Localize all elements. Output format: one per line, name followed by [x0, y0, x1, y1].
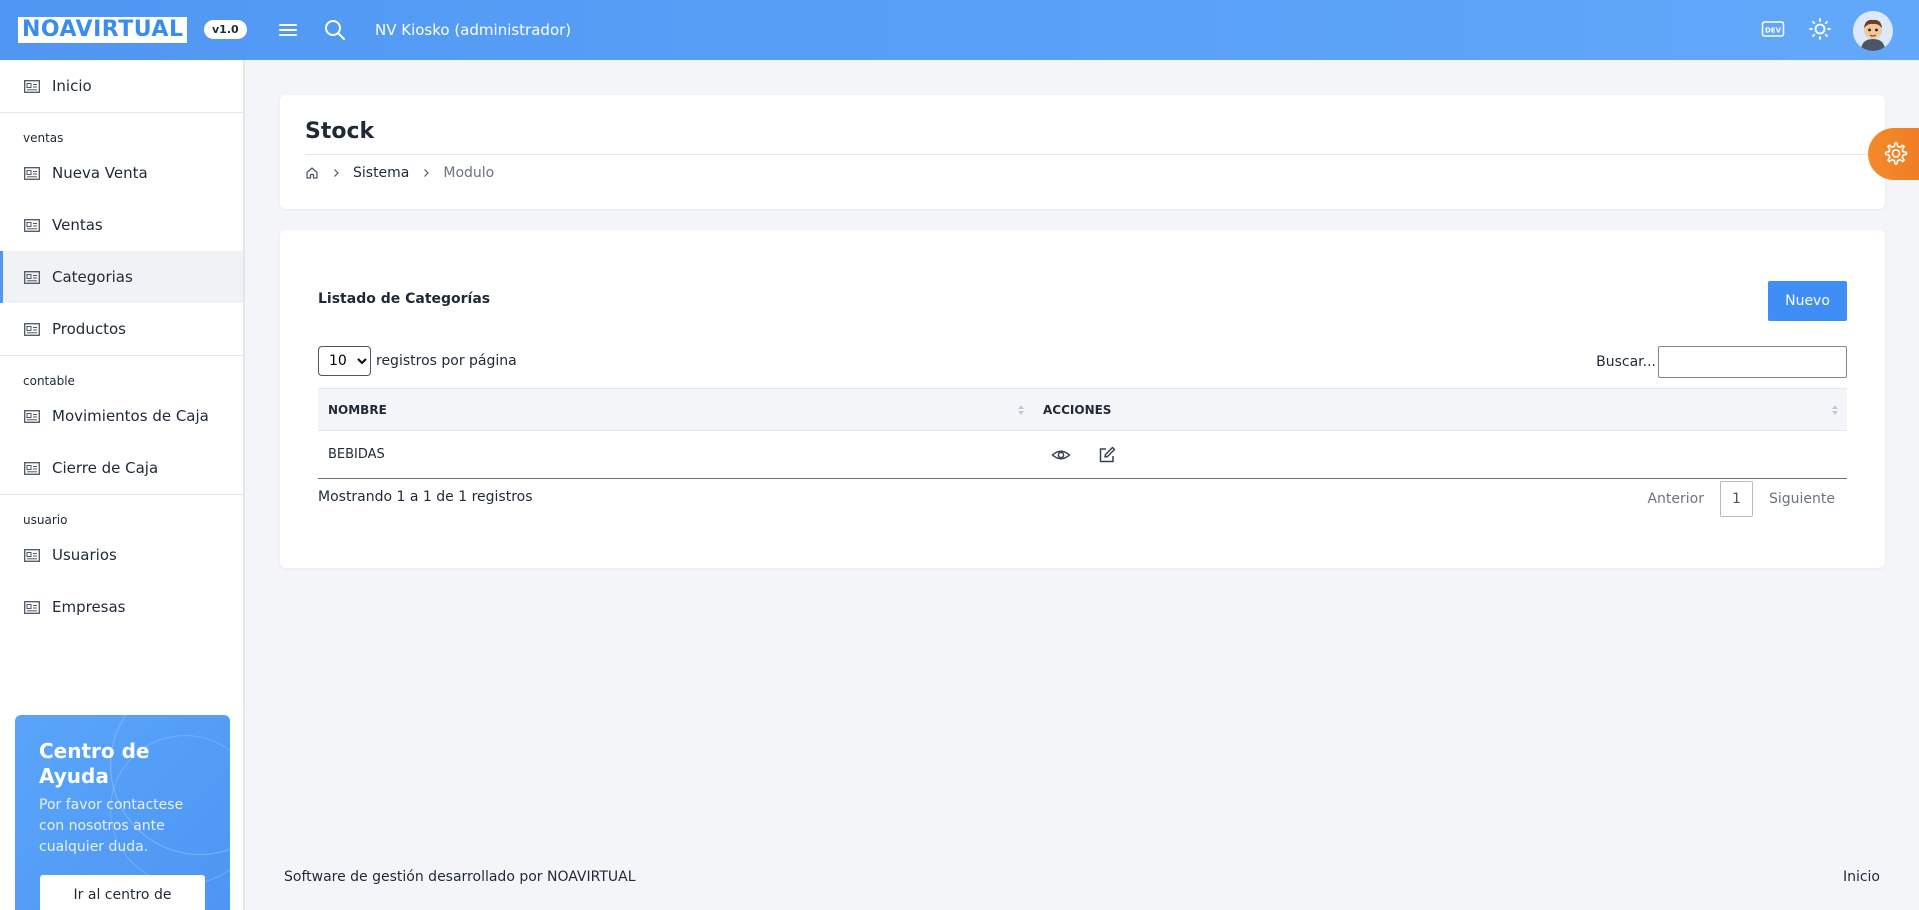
- help-center-card: Centro de Ayuda Por favor contactese con…: [15, 715, 230, 910]
- chevron-right-icon: [424, 169, 430, 177]
- sidebar-item-productos[interactable]: Productos: [0, 303, 243, 355]
- version-badge: v1.0: [204, 20, 247, 39]
- page-title: Stock: [305, 119, 375, 144]
- dev-icon[interactable]: DEV: [1761, 19, 1785, 39]
- sun-icon[interactable]: [1808, 17, 1832, 41]
- sidebar-item-label: Inicio: [52, 77, 92, 95]
- sidebar-item-inicio[interactable]: Inicio: [0, 60, 243, 112]
- column-header-nombre[interactable]: NOMBRE: [318, 388, 1033, 431]
- home-icon[interactable]: [305, 166, 319, 180]
- cell-nombre: BEBIDAS: [318, 430, 1033, 479]
- sidebar-item-label: Ventas: [52, 216, 103, 234]
- table-row: BEBIDAS: [318, 430, 1847, 479]
- id-card-icon: [24, 79, 40, 93]
- id-card-icon: [24, 600, 40, 614]
- page-length-label: registros por página: [376, 353, 517, 369]
- table-info: Mostrando 1 a 1 de 1 registros: [318, 489, 533, 505]
- gear-icon: [1884, 142, 1908, 165]
- sidebar-item-usuarios[interactable]: Usuarios: [0, 529, 243, 581]
- id-card-icon: [24, 270, 40, 284]
- sidebar-item-label: Nueva Venta: [52, 164, 148, 182]
- id-card-icon: [24, 322, 40, 336]
- sidebar-item-categorias[interactable]: Categorias: [0, 251, 243, 303]
- id-card-icon: [24, 166, 40, 180]
- search-input[interactable]: [1658, 346, 1847, 378]
- sort-icon: [1832, 405, 1838, 415]
- sidebar-item-label: Movimientos de Caja: [52, 407, 209, 425]
- help-text: Por favor contactese con nosotros ante c…: [39, 797, 184, 855]
- categories-table: NOMBRE ACCIONES BEBIDAS: [318, 388, 1847, 479]
- search-icon[interactable]: [323, 18, 347, 42]
- eye-icon[interactable]: [1051, 445, 1071, 465]
- previous-page-button[interactable]: Anterior: [1635, 491, 1716, 507]
- categories-list-card: Listado de Categorías Nuevo 10 registros…: [280, 230, 1885, 568]
- pagination: Anterior 1 Siguiente: [1635, 481, 1847, 517]
- page-number-button[interactable]: 1: [1719, 481, 1753, 517]
- table-header-row: NOMBRE ACCIONES: [318, 388, 1847, 431]
- sidebar-item-label: Usuarios: [52, 546, 117, 564]
- avatar[interactable]: [1853, 11, 1893, 51]
- sidebar: Inicio ventas Nueva Venta Ventas Categor…: [0, 60, 245, 910]
- section-title-contable: contable: [23, 374, 75, 388]
- chevron-right-icon: [334, 169, 339, 177]
- sidebar-item-empresas[interactable]: Empresas: [0, 581, 243, 633]
- help-center-button[interactable]: Ir al centro de: [40, 875, 205, 910]
- sidebar-item-ventas[interactable]: Ventas: [0, 199, 243, 251]
- logo[interactable]: NOAVIRTUAL: [18, 17, 188, 43]
- breadcrumb-current: Modulo: [443, 165, 495, 181]
- page-header-card: Stock Sistema Modulo: [280, 95, 1885, 209]
- list-title: Listado de Categorías: [318, 291, 491, 307]
- column-header-acciones[interactable]: ACCIONES: [1033, 388, 1847, 431]
- id-card-icon: [24, 218, 40, 232]
- footer-link-inicio[interactable]: Inicio: [1843, 869, 1880, 885]
- breadcrumb: Sistema Modulo: [305, 165, 494, 181]
- new-button[interactable]: Nuevo: [1768, 281, 1847, 321]
- id-card-icon: [24, 409, 40, 423]
- sidebar-item-cierre-de-caja[interactable]: Cierre de Caja: [0, 442, 243, 494]
- settings-button[interactable]: [1868, 128, 1919, 180]
- sidebar-item-label: Cierre de Caja: [52, 459, 159, 477]
- next-page-button[interactable]: Siguiente: [1757, 491, 1847, 507]
- svg-text:DEV: DEV: [1765, 27, 1782, 35]
- sidebar-item-nueva-venta[interactable]: Nueva Venta: [0, 147, 243, 199]
- id-card-icon: [24, 461, 40, 475]
- footer-text: Software de gestión desarrollado por NOA…: [284, 869, 636, 885]
- help-title: Centro de Ayuda: [39, 739, 150, 788]
- divider: [305, 154, 1885, 155]
- page-length-control: 10 registros por página: [318, 346, 517, 376]
- search-control: Buscar...: [1596, 346, 1847, 378]
- section-title-ventas: ventas: [23, 131, 64, 145]
- app-title: NV Kiosko (administrador): [375, 21, 572, 39]
- column-header-label: NOMBRE: [328, 402, 387, 417]
- id-card-icon: [24, 548, 40, 562]
- top-header: NOAVIRTUAL v1.0 NV Kiosko (administrador…: [0, 0, 1919, 60]
- search-label: Buscar...: [1596, 354, 1656, 370]
- column-header-label: ACCIONES: [1043, 402, 1112, 417]
- sidebar-item-movimientos-de-caja[interactable]: Movimientos de Caja: [0, 390, 243, 442]
- sidebar-item-label: Empresas: [52, 598, 126, 616]
- section-title-usuario: usuario: [23, 513, 68, 527]
- edit-icon[interactable]: [1097, 445, 1117, 465]
- breadcrumb-item[interactable]: Sistema: [353, 165, 409, 181]
- sidebar-item-label: Productos: [52, 320, 126, 338]
- sidebar-item-label: Categorias: [52, 268, 133, 286]
- sort-icon: [1018, 405, 1024, 415]
- page-length-select[interactable]: 10: [318, 346, 371, 376]
- cell-acciones: [1033, 430, 1847, 479]
- menu-icon[interactable]: [277, 19, 299, 41]
